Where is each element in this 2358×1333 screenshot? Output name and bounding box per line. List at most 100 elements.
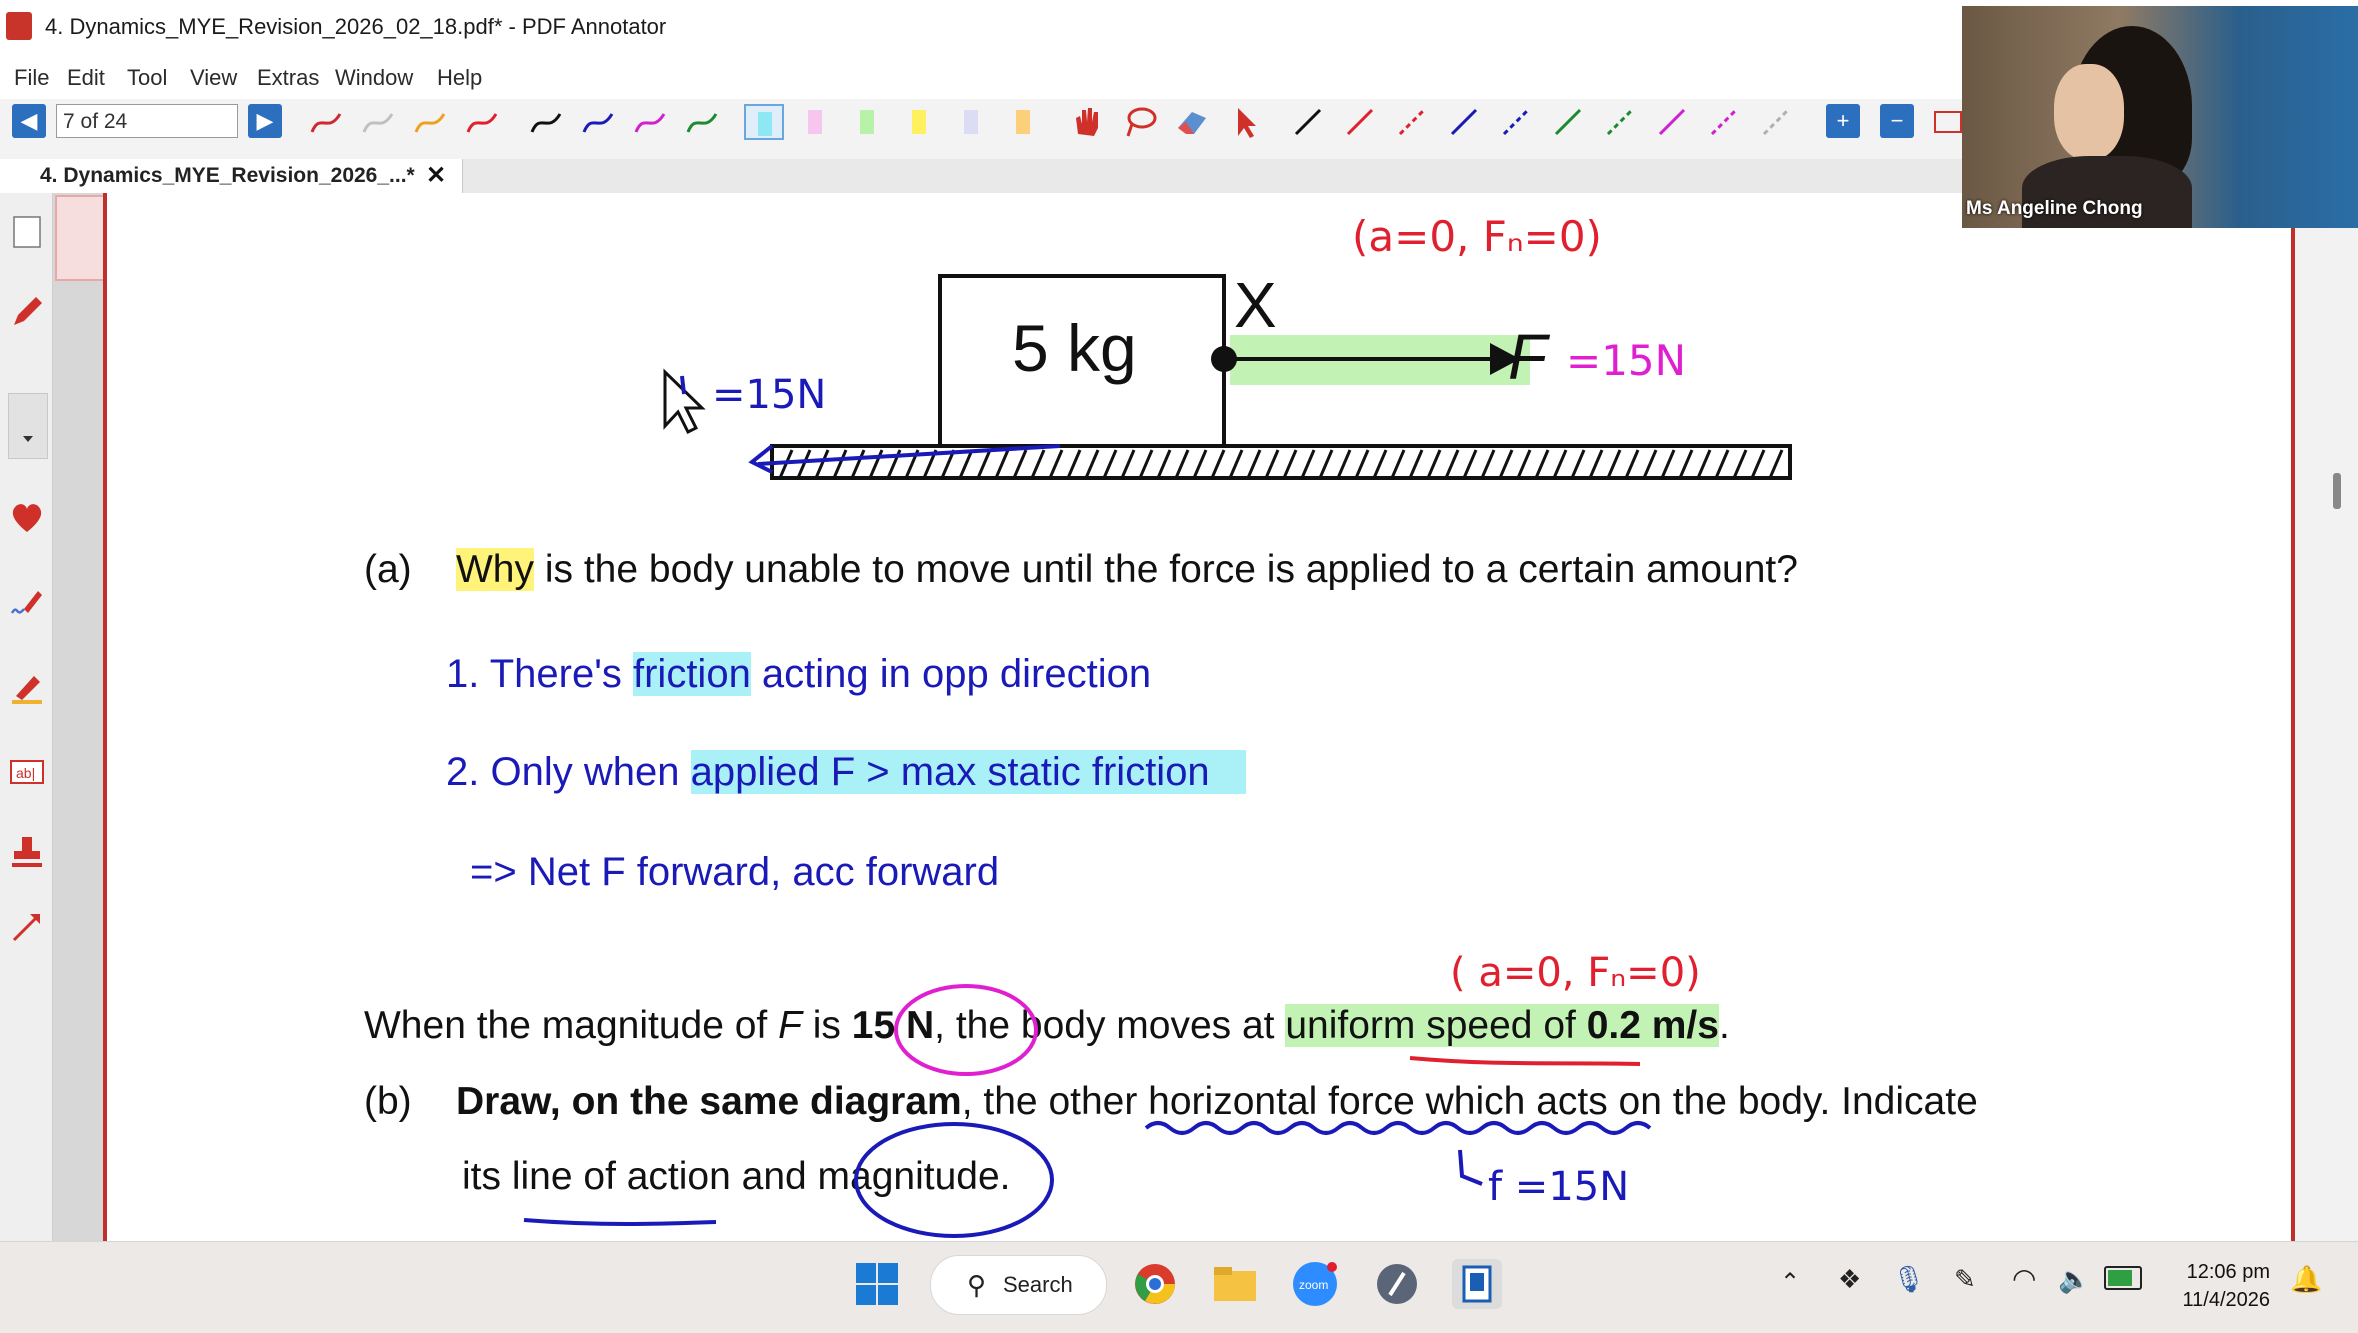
left-tool-sidebar: ab| [0,193,53,1241]
mass-label: 5 kg [1012,311,1137,385]
menu-view[interactable]: View [190,57,237,99]
statement-15n: 15 N [851,1004,935,1047]
clock-date: 11/4/2026 [2182,1289,2271,1311]
question-a-rest: is the body unable to move until the for… [534,548,1798,591]
eraser-icon[interactable] [1172,104,1212,140]
menu-help[interactable]: Help [437,57,482,99]
text-field-icon[interactable]: ab| [8,753,46,791]
heart-favorite-icon[interactable] [8,498,46,536]
pen-settings-icon[interactable]: ✎ [1954,1264,1976,1295]
marker-tool-icon[interactable] [8,668,46,706]
arrow-tool-icon[interactable] [8,908,46,946]
stylus-pen-icon[interactable] [8,583,46,621]
answer-line-3: => Net F forward, acc forward [470,850,1000,894]
question-b-line-1: Draw, on the same diagram, the other hor… [456,1080,1978,1124]
notification-bell-icon[interactable]: 🔔 [2290,1264,2322,1295]
battery-icon[interactable] [2104,1266,2142,1290]
line-green-icon[interactable] [1548,104,1588,140]
answer-line-1: 1. There's friction acting in opp direct… [446,652,1151,697]
answer-1-post: acting in opp direction [750,652,1152,696]
line-blue-icon[interactable] [1444,104,1484,140]
show-hidden-icons-chevron[interactable]: ⌃ [1780,1268,1800,1297]
volume-icon[interactable]: 🔈 [2058,1264,2090,1295]
highlighter-orange-icon[interactable] [1004,104,1044,140]
stamp-tool-icon[interactable] [8,833,46,871]
highlighter-yellow-icon[interactable] [900,104,940,140]
statement-f: F [778,1004,802,1047]
question-a-number: (a) [364,548,412,591]
next-page-button[interactable]: ▶ [248,104,282,138]
menu-edit[interactable]: Edit [67,57,105,99]
highlighter-pink-icon[interactable] [796,104,836,140]
file-explorer-icon[interactable] [1210,1259,1260,1309]
question-b-bold: Draw, on the same diagram [456,1080,962,1123]
previous-page-button[interactable]: ◀ [12,104,46,138]
pen-blue-icon[interactable] [578,104,618,140]
lasso-icon[interactable] [1120,104,1160,140]
question-b-line-2: its line of action and magnitude. [462,1155,1011,1198]
highlighter-lavender-icon[interactable] [952,104,992,140]
taskbar-search-box[interactable]: ⚲ Search [930,1255,1107,1315]
question-a-why: Why [456,548,534,591]
question-b-rest: , the other horizontal force which acts … [961,1080,1978,1123]
vertical-scrollbar[interactable] [2333,473,2341,509]
page-thumbnail-strip [53,193,111,1241]
statement-part-1: When the magnitude of [364,1004,779,1047]
zoom-app-icon[interactable]: zoom [1290,1259,1340,1309]
pen-green-icon[interactable] [682,104,722,140]
zoom-out-button[interactable]: − [1880,104,1914,138]
line-red-icon[interactable] [1340,104,1380,140]
compass-app-icon[interactable] [1372,1259,1422,1309]
question-a-text: Why is the body unable to move until the… [456,548,1798,592]
taskbar-search-label: Search [1003,1272,1073,1297]
text-box-icon[interactable] [1928,104,1962,140]
tab-close-icon[interactable]: ✕ [426,161,446,190]
microphone-icon[interactable]: 🎙 [1892,1264,1925,1295]
pen-black-icon[interactable] [526,104,566,140]
menu-window[interactable]: Window [335,57,413,99]
hand-tool-icon[interactable] [1068,104,1108,140]
pdf-annotator-taskbar-icon[interactable] [1452,1259,1502,1309]
chrome-icon[interactable] [1130,1259,1180,1309]
line-magenta-dashed-icon[interactable] [1704,104,1744,140]
line-grey-dashed-icon[interactable] [1756,104,1796,140]
annotation-friction-value: =15N [712,372,827,418]
windows-start-icon[interactable] [852,1259,902,1309]
clock-time: 12:06 pm [2186,1261,2270,1283]
dropbox-icon[interactable]: ❖ [1838,1264,1861,1295]
menu-tool[interactable]: Tool [127,57,167,99]
statement-speed-value: 0.2 m/s [1586,1004,1719,1047]
pen-magenta-icon[interactable] [630,104,670,140]
scroll-widget[interactable] [8,393,48,459]
blank-page-icon[interactable] [8,213,46,251]
line-magenta-icon[interactable] [1652,104,1692,140]
pen-orange-icon[interactable] [410,104,450,140]
line-blue-dashed-icon[interactable] [1496,104,1536,140]
line-red-dashed-icon[interactable] [1392,104,1432,140]
video-call-tile[interactable]: Ms Angeline Chong [1962,6,2358,228]
line-green-dashed-icon[interactable] [1600,104,1640,140]
highlighter-green-icon[interactable] [848,104,888,140]
statement-period: . [1718,1004,1730,1047]
annotation-top-conditions: (a=0, Fₙ=0) [1352,212,1602,261]
line-black-icon[interactable] [1288,104,1328,140]
pencil-tool-icon[interactable] [8,293,46,331]
annotation-force-value: =15N [1566,336,1687,385]
wifi-icon[interactable]: ◠ [2012,1262,2036,1295]
pdf-annotator-app-icon [6,12,32,40]
tab-document-label: 4. Dynamics_MYE_Revision_2026_...* [40,164,415,187]
taskbar-clock[interactable]: 12:06 pm 11/4/2026 [2150,1258,2271,1314]
highlighter-cyan-icon[interactable] [744,104,784,140]
tab-document[interactable]: 4. Dynamics_MYE_Revision_2026_...* ✕ [0,159,463,193]
zoom-in-button[interactable]: + [1826,104,1860,138]
menu-extras[interactable]: Extras [257,57,319,99]
pen-red-icon[interactable] [306,104,346,140]
menu-file[interactable]: File [14,57,49,99]
pen-light-icon[interactable] [358,104,398,140]
select-arrow-icon[interactable] [1226,104,1266,140]
answer-1-pre: 1. There's [446,652,633,696]
pen-red2-icon[interactable] [462,104,502,140]
statement-part-3: , the body moves at [934,1004,1286,1047]
annotation-mid-conditions: ( a=0, Fₙ=0) [1450,950,1701,996]
page-number-field[interactable]: 7 of 24 [56,104,238,138]
